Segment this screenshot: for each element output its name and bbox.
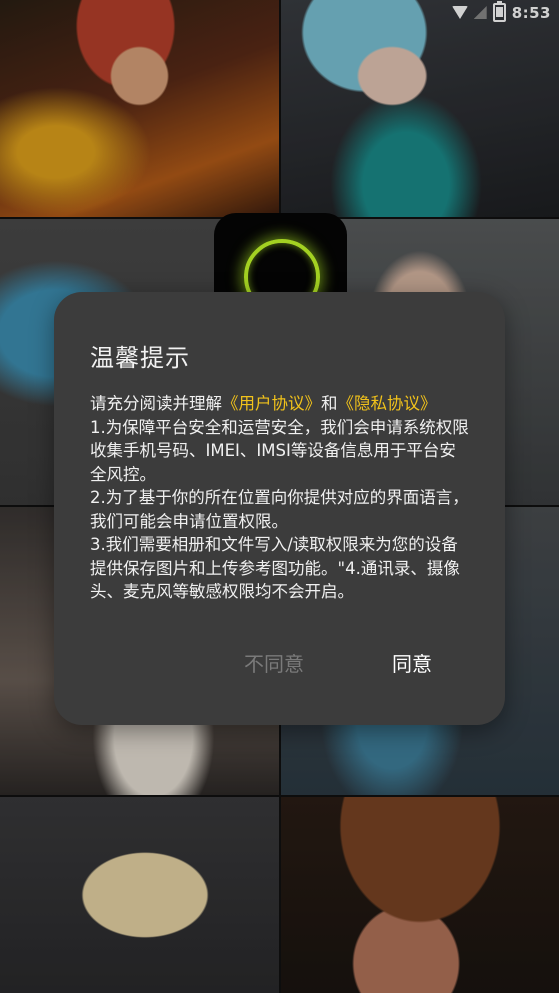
permission-item-2: 2.为了基于你的所在位置向你提供对应的界面语言，我们可能会申请位置权限。	[90, 488, 469, 531]
dialog-body: 请充分阅读并理解《用户协议》和《隐私协议》 1.为保障平台安全和运营安全，我们会…	[90, 392, 472, 604]
agree-button[interactable]: 同意	[392, 648, 432, 677]
dialog-title: 温馨提示	[90, 344, 190, 372]
user-agreement-link[interactable]: 《用户协议》	[222, 394, 321, 413]
permission-item-1: 1.为保障平台安全和运营安全，我们会申请系统权限收集手机号码、IMEI、IMSI…	[90, 417, 469, 484]
and-text: 和	[321, 394, 338, 413]
dialog-actions: 不同意 同意	[54, 648, 505, 684]
privacy-policy-link[interactable]: 《隐私协议》	[338, 394, 437, 413]
permission-item-3: 3.我们需要相册和文件写入/读取权限来为您的设备提供保存图片和上传参考图功能。"…	[90, 535, 460, 601]
intro-text: 请充分阅读并理解	[90, 394, 222, 413]
disagree-button[interactable]: 不同意	[244, 648, 304, 677]
privacy-dialog: 温馨提示 请充分阅读并理解《用户协议》和《隐私协议》 1.为保障平台安全和运营安…	[54, 292, 505, 725]
